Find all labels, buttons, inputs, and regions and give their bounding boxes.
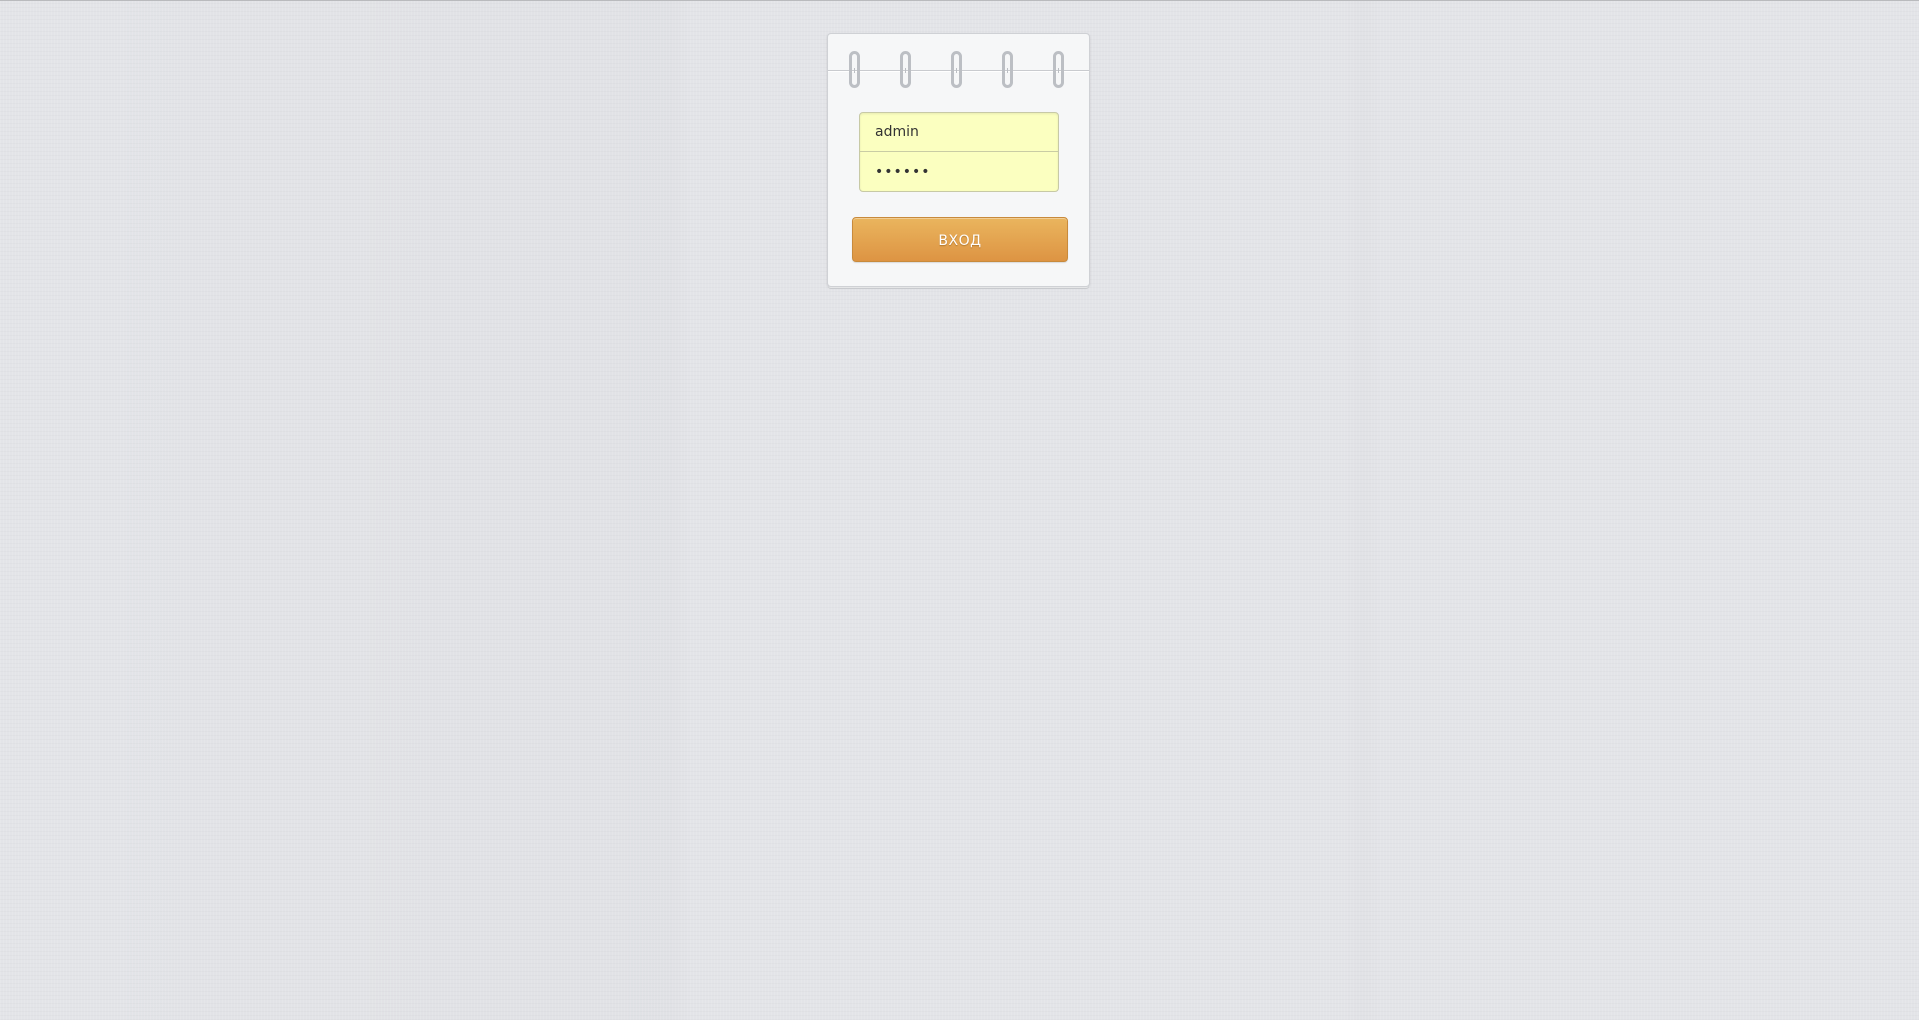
login-fields-group: [859, 112, 1059, 192]
login-button[interactable]: ВХОД: [852, 217, 1068, 262]
password-input[interactable]: [860, 152, 1058, 191]
spiral-ring-icon: [900, 51, 911, 88]
spiral-ring-icon: [951, 51, 962, 88]
top-border-line: [0, 0, 1919, 1]
username-input[interactable]: [860, 113, 1058, 152]
login-notepad-card: ВХОД: [827, 33, 1090, 287]
spiral-ring-icon: [1002, 51, 1013, 88]
spiral-ring-icon: [849, 51, 860, 88]
spiral-ring-icon: [1053, 51, 1064, 88]
